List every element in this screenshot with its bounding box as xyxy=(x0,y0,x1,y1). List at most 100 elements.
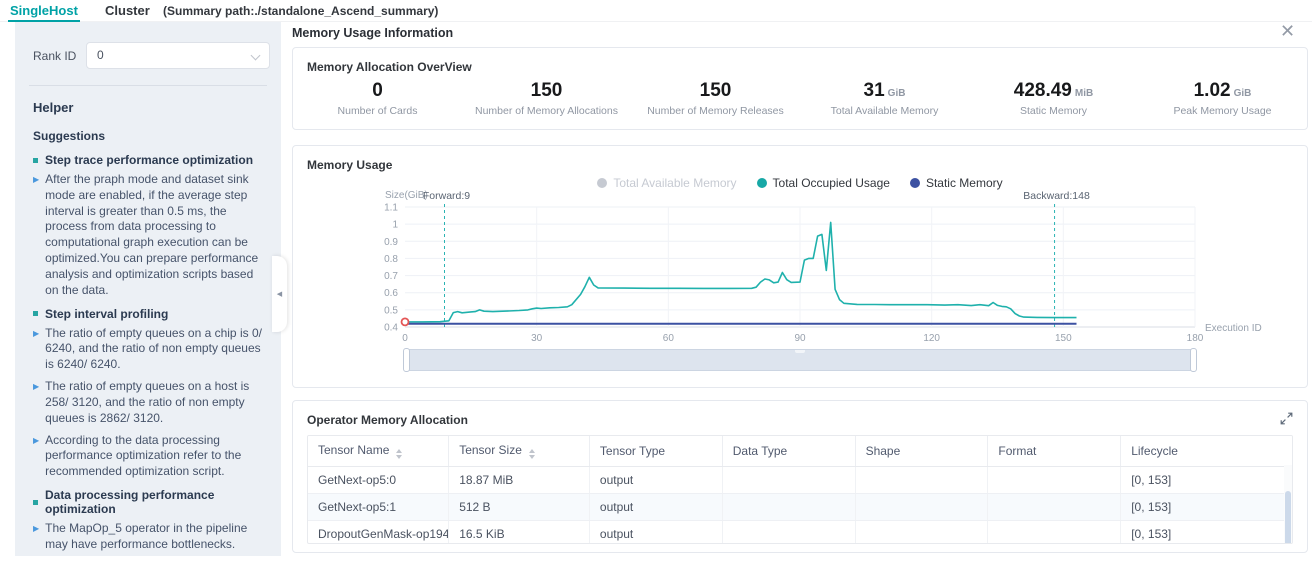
datazoom-notch xyxy=(795,350,805,353)
rank-id-label: Rank ID xyxy=(33,49,78,63)
column-header-tensor-name[interactable]: Tensor Name xyxy=(308,436,449,467)
arrow-bullet-icon: ▶ xyxy=(33,436,39,480)
suggestion-heading-step-interval-profiling: Step interval profiling xyxy=(33,307,267,321)
table-cell xyxy=(988,494,1121,521)
table-cell: output xyxy=(589,467,722,494)
stat-value: 1.02GiB xyxy=(1138,80,1307,102)
rank-id-select[interactable]: 0 xyxy=(86,42,270,69)
suggestion-item: ▶After the praph mode and dataset sink m… xyxy=(33,172,267,299)
stat-value: 428.49MiB xyxy=(969,80,1138,102)
helper-sidebar: Rank ID 0 Helper Suggestions Step trace … xyxy=(15,22,281,556)
table-cell xyxy=(855,494,988,521)
stat-unit: GiB xyxy=(888,88,906,99)
svg-text:120: 120 xyxy=(923,333,940,344)
operator-memory-allocation-panel: Operator Memory Allocation Tensor NameTe… xyxy=(292,400,1308,553)
collapse-left-icon: ◀ xyxy=(277,290,282,298)
svg-text:180: 180 xyxy=(1187,333,1204,344)
rank-id-value: 0 xyxy=(97,48,104,62)
stat-value: 31GiB xyxy=(800,80,969,102)
stat-label: Total Available Memory xyxy=(800,105,969,117)
svg-text:0.8: 0.8 xyxy=(384,254,398,265)
stat-peak-memory-usage: 1.02GiBPeak Memory Usage xyxy=(1138,80,1307,117)
square-bullet-icon xyxy=(33,311,38,316)
table-cell xyxy=(988,467,1121,494)
svg-text:Backward:148: Backward:148 xyxy=(1023,190,1090,202)
arrow-bullet-icon: ▶ xyxy=(33,382,39,426)
stat-number-of-cards: 0Number of Cards xyxy=(293,80,462,117)
page-title: Memory Usage Information xyxy=(292,26,453,40)
table-header-row: Tensor NameTensor SizeTensor TypeData Ty… xyxy=(308,436,1292,467)
column-header-format: Format xyxy=(988,436,1121,467)
table-cell: 512 B xyxy=(449,494,590,521)
square-bullet-icon xyxy=(33,158,38,163)
column-header-tensor-size[interactable]: Tensor Size xyxy=(449,436,590,467)
sidebar-divider xyxy=(29,85,267,86)
square-bullet-icon xyxy=(33,500,38,505)
suggestion-heading-step-trace-performance-optimization: Step trace performance optimization xyxy=(33,153,267,167)
sidebar-collapse-handle[interactable]: ◀ xyxy=(272,256,287,332)
arrow-bullet-icon: ▶ xyxy=(33,175,39,299)
tab-cluster[interactable]: Cluster xyxy=(105,3,150,18)
stat-number-of-memory-allocations: 150Number of Memory Allocations xyxy=(462,80,631,117)
table-row: GetNext-op5:1512 Boutput[0, 153] xyxy=(308,494,1292,521)
table-scrollbar[interactable] xyxy=(1284,465,1292,543)
close-icon[interactable]: ✕ xyxy=(1280,22,1295,40)
stat-value: 150 xyxy=(631,80,800,102)
memory-usage-chart[interactable]: 0.40.50.60.70.80.911.10306090120150180Si… xyxy=(293,146,1307,346)
tab-singlehost[interactable]: SingleHost xyxy=(10,3,78,18)
chart-datazoom-slider[interactable] xyxy=(405,349,1195,371)
svg-text:0.6: 0.6 xyxy=(384,288,398,299)
suggestions-title: Suggestions xyxy=(33,129,271,143)
table-cell: [0, 153] xyxy=(1121,494,1292,521)
stat-static-memory: 428.49MiBStatic Memory xyxy=(969,80,1138,117)
svg-text:0.7: 0.7 xyxy=(384,271,398,282)
suggestion-item: ▶The ratio of empty queues on a chip is … xyxy=(33,326,267,373)
table-cell: 18.87 MiB xyxy=(449,467,590,494)
table-cell: GetNext-op5:0 xyxy=(308,467,449,494)
memory-usage-panel: Memory Usage Total Available MemoryTotal… xyxy=(292,145,1308,388)
sort-icon[interactable] xyxy=(396,449,402,459)
summary-path-label: (Summary path:./standalone_Ascend_summar… xyxy=(163,4,438,18)
svg-text:Forward:9: Forward:9 xyxy=(423,190,470,202)
column-header-data-type: Data Type xyxy=(722,436,855,467)
helper-title: Helper xyxy=(33,100,271,115)
operator-table: Tensor NameTensor SizeTensor TypeData Ty… xyxy=(308,436,1292,544)
svg-text:0: 0 xyxy=(402,333,408,344)
stat-unit: MiB xyxy=(1075,88,1093,99)
svg-text:1.1: 1.1 xyxy=(384,203,398,214)
chevron-down-icon xyxy=(251,51,261,61)
memory-allocation-overview-panel: Memory Allocation OverView 0Number of Ca… xyxy=(292,47,1308,130)
stat-total-available-memory: 31GiB Total Available Memory xyxy=(800,80,969,117)
svg-text:1: 1 xyxy=(392,220,398,231)
svg-text:Execution ID: Execution ID xyxy=(1205,323,1262,334)
suggestion-item: ▶According to the data processing perfor… xyxy=(33,433,267,480)
svg-text:0.5: 0.5 xyxy=(384,305,398,316)
suggestion-item: ▶The MapOp_5 operator in the pipeline ma… xyxy=(33,521,267,553)
svg-text:150: 150 xyxy=(1055,333,1072,344)
expand-icon[interactable] xyxy=(1280,412,1293,425)
table-cell xyxy=(722,467,855,494)
stat-value: 0 xyxy=(293,80,462,102)
suggestion-heading-data-processing-performance-optimization: Data processing performance optimization xyxy=(33,488,267,516)
table-cell: output xyxy=(589,521,722,545)
table-cell xyxy=(722,494,855,521)
table-cell: GetNext-op5:1 xyxy=(308,494,449,521)
stat-unit: GiB xyxy=(1234,88,1252,99)
table-cell xyxy=(855,467,988,494)
table-row: DropoutGenMask-op194:016.5 KiBoutput[0, … xyxy=(308,521,1292,545)
suggestion-item: ▶The ratio of empty queues on a host is … xyxy=(33,379,267,426)
datazoom-left-handle[interactable] xyxy=(403,348,410,372)
table-cell: [0, 153] xyxy=(1121,521,1292,545)
stat-label: Number of Memory Releases xyxy=(631,105,800,117)
table-scrollbar-thumb[interactable] xyxy=(1285,491,1291,544)
operator-table-wrap: Tensor NameTensor SizeTensor TypeData Ty… xyxy=(307,435,1293,544)
table-cell xyxy=(722,521,855,545)
table-cell xyxy=(988,521,1121,545)
stat-number-of-memory-releases: 150 Number of Memory Releases xyxy=(631,80,800,117)
table-cell: 16.5 KiB xyxy=(449,521,590,545)
sort-icon[interactable] xyxy=(529,449,535,459)
datazoom-right-handle[interactable] xyxy=(1190,348,1197,372)
column-header-tensor-type: Tensor Type xyxy=(589,436,722,467)
svg-text:0.9: 0.9 xyxy=(384,237,398,248)
overview-panel-title: Memory Allocation OverView xyxy=(307,60,472,74)
